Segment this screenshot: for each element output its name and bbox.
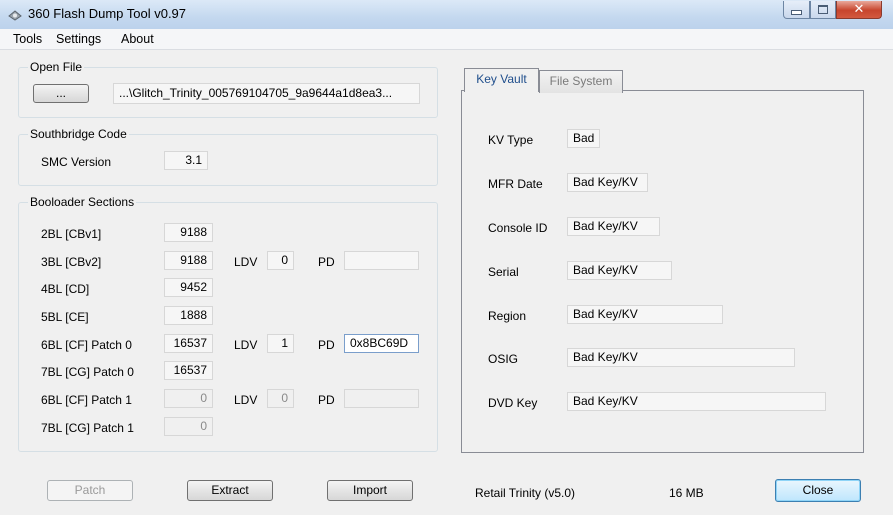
bl-row-label: 2BL [CBv1] bbox=[41, 227, 102, 241]
extract-button[interactable]: Extract bbox=[187, 480, 273, 501]
ldv-field[interactable]: 1 bbox=[267, 334, 294, 353]
mfr-date-field[interactable]: Bad Key/KV bbox=[567, 173, 648, 192]
open-file-title: Open File bbox=[28, 60, 85, 74]
mfr-date-label: MFR Date bbox=[488, 177, 543, 191]
bl-value-field[interactable]: 16537 bbox=[164, 334, 213, 353]
menu-about[interactable]: About bbox=[121, 32, 154, 46]
bl-value-field[interactable]: 9452 bbox=[164, 278, 213, 297]
minimize-button[interactable] bbox=[783, 1, 810, 19]
title-bar: 360 Flash Dump Tool v0.97 ✕ bbox=[0, 0, 893, 30]
ldv-field[interactable]: 0 bbox=[267, 389, 294, 408]
browse-button[interactable]: ... bbox=[33, 84, 89, 103]
pd-label: PD bbox=[318, 338, 335, 352]
ldv-field[interactable]: 0 bbox=[267, 251, 294, 270]
close-button[interactable]: Close bbox=[775, 479, 861, 502]
bl-value-field[interactable]: 9188 bbox=[164, 251, 213, 270]
menu-tools[interactable]: Tools bbox=[13, 32, 42, 46]
bl-value-field[interactable]: 0 bbox=[164, 389, 213, 408]
osig-label: OSIG bbox=[488, 352, 519, 366]
menu-bar: Tools Settings About bbox=[0, 29, 893, 50]
serial-field[interactable]: Bad Key/KV bbox=[567, 261, 672, 280]
kv-type-label: KV Type bbox=[488, 133, 534, 147]
ldv-label: LDV bbox=[234, 255, 258, 269]
bl-row-label: 5BL [CE] bbox=[41, 310, 89, 324]
osig-field[interactable]: Bad Key/KV bbox=[567, 348, 795, 367]
file-path-field[interactable]: ...\Glitch_Trinity_005769104705_9a9644a1… bbox=[113, 83, 420, 104]
pd-field[interactable] bbox=[344, 251, 419, 270]
region-label: Region bbox=[488, 309, 527, 323]
bootloader-title: Booloader Sections bbox=[28, 195, 137, 209]
pd-label: PD bbox=[318, 255, 335, 269]
bl-row-label: 6BL [CF] Patch 0 bbox=[41, 338, 132, 352]
southbridge-title: Southbridge Code bbox=[28, 127, 129, 141]
kv-type-field[interactable]: Bad bbox=[567, 129, 600, 148]
pd-field[interactable]: 0x8BC69D bbox=[344, 334, 419, 353]
maximize-icon bbox=[818, 5, 828, 14]
tab-key-vault[interactable]: Key Vault bbox=[464, 68, 539, 92]
window-title: 360 Flash Dump Tool v0.97 bbox=[28, 6, 187, 21]
bl-row-label: 4BL [CD] bbox=[41, 282, 90, 296]
flash-size-status: 16 MB bbox=[669, 486, 704, 500]
serial-label: Serial bbox=[488, 265, 519, 279]
bl-row-label: 6BL [CF] Patch 1 bbox=[41, 393, 132, 407]
bl-row-label: 7BL [CG] Patch 0 bbox=[41, 365, 134, 379]
console-id-field[interactable]: Bad Key/KV bbox=[567, 217, 660, 236]
bl-value-field[interactable]: 16537 bbox=[164, 361, 213, 380]
ldv-label: LDV bbox=[234, 338, 258, 352]
dvd-key-field[interactable]: Bad Key/KV bbox=[567, 392, 826, 411]
app-icon bbox=[8, 10, 22, 21]
dvd-key-label: DVD Key bbox=[488, 396, 538, 410]
smc-version-field[interactable]: 3.1 bbox=[164, 151, 208, 170]
import-button[interactable]: Import bbox=[327, 480, 413, 501]
ldv-label: LDV bbox=[234, 393, 258, 407]
pd-label: PD bbox=[318, 393, 335, 407]
bl-value-field[interactable]: 0 bbox=[164, 417, 213, 436]
console-type-status: Retail Trinity (v5.0) bbox=[475, 486, 576, 500]
close-window-button[interactable]: ✕ bbox=[836, 1, 882, 19]
menu-settings[interactable]: Settings bbox=[56, 32, 101, 46]
close-icon: ✕ bbox=[853, 2, 865, 17]
pd-field[interactable] bbox=[344, 389, 419, 408]
patch-button[interactable]: Patch bbox=[47, 480, 133, 501]
minimize-icon bbox=[791, 10, 802, 15]
console-id-label: Console ID bbox=[488, 221, 548, 235]
maximize-button[interactable] bbox=[810, 1, 836, 19]
smc-version-label: SMC Version bbox=[41, 155, 112, 169]
bl-value-field[interactable]: 9188 bbox=[164, 223, 213, 242]
tab-file-system[interactable]: File System bbox=[539, 70, 623, 93]
bl-value-field[interactable]: 1888 bbox=[164, 306, 213, 325]
bl-row-label: 3BL [CBv2] bbox=[41, 255, 102, 269]
bl-row-label: 7BL [CG] Patch 1 bbox=[41, 421, 134, 435]
region-field[interactable]: Bad Key/KV bbox=[567, 305, 723, 324]
